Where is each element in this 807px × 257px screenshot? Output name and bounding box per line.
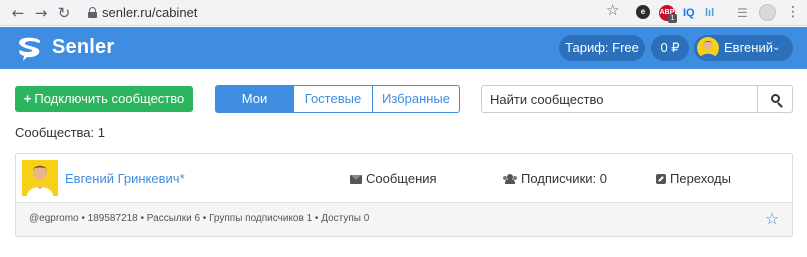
favorite-star-icon[interactable]: ☆ <box>765 209 779 228</box>
tariff-button[interactable]: Тариф: Free <box>559 35 645 61</box>
user-name: Евгений <box>724 40 773 55</box>
external-link-icon <box>656 174 666 184</box>
subscribers-label: Подписчики: 0 <box>521 171 607 186</box>
envelope-icon <box>350 175 362 184</box>
bookmark-star-icon[interactable]: ☆ <box>606 1 619 19</box>
adblock-badge: 1 <box>668 14 677 23</box>
reload-icon[interactable]: ↻ <box>54 3 74 23</box>
users-icon <box>503 174 517 184</box>
search-button[interactable] <box>757 85 793 113</box>
lock-icon <box>88 7 97 18</box>
communities-count: Сообщества: 1 <box>15 125 105 140</box>
community-avatar[interactable] <box>22 160 58 196</box>
messages-link[interactable]: Сообщения <box>350 171 437 186</box>
iq-extension-icon[interactable]: IQ <box>683 5 695 21</box>
transitions-link[interactable]: Переходы <box>656 171 731 186</box>
plus-icon: + <box>23 91 32 106</box>
browser-profile-icon[interactable] <box>759 4 776 21</box>
analytics-extension-icon[interactable]: lıl <box>705 5 714 21</box>
back-arrow-icon[interactable]: ← <box>8 3 28 23</box>
avatar <box>697 37 719 59</box>
tab-guest[interactable]: Гостевые <box>293 85 373 113</box>
browser-menu-icon[interactable]: ⋮ <box>786 4 800 20</box>
chevron-down-icon: ⌄ <box>772 42 781 53</box>
add-community-button[interactable]: + Подключить сообщество <box>15 86 193 112</box>
extension-circle-icon[interactable]: e <box>636 5 650 19</box>
senler-logo-icon[interactable] <box>15 35 45 63</box>
community-card: Евгений Гринкевич* Сообщения Подписчики:… <box>15 153 793 237</box>
community-meta-bar: @egpromo • 189587218 • Рассылки 6 • Груп… <box>16 202 792 236</box>
tab-my[interactable]: Мои <box>215 85 294 113</box>
app-header: Senler Тариф: Free 0 ₽ Евгений ⌄ <box>0 27 807 69</box>
logo-text[interactable]: Senler <box>52 36 114 59</box>
transitions-label: Переходы <box>670 171 731 186</box>
search-input[interactable] <box>481 85 758 113</box>
add-community-label: Подключить сообщество <box>34 91 185 106</box>
balance-button[interactable]: 0 ₽ <box>651 35 689 61</box>
url-text[interactable]: senler.ru/cabinet <box>102 5 197 20</box>
subscribers-link[interactable]: Подписчики: 0 <box>503 171 607 186</box>
community-meta: @egpromo • 189587218 • Рассылки 6 • Груп… <box>29 213 370 224</box>
forward-arrow-icon[interactable]: → <box>31 3 51 23</box>
user-menu-button[interactable]: Евгений ⌄ <box>694 35 793 61</box>
address-bar[interactable]: senler.ru/cabinet <box>80 3 628 23</box>
tasks-extension-icon[interactable]: ☰ <box>737 5 748 21</box>
messages-label: Сообщения <box>366 171 437 186</box>
tab-favorites[interactable]: Избранные <box>372 85 460 113</box>
browser-toolbar: ← → ↻ senler.ru/cabinet ☆ e ABP 1 IQ lıl… <box>0 0 807 26</box>
community-name-link[interactable]: Евгений Гринкевич* <box>65 171 185 186</box>
